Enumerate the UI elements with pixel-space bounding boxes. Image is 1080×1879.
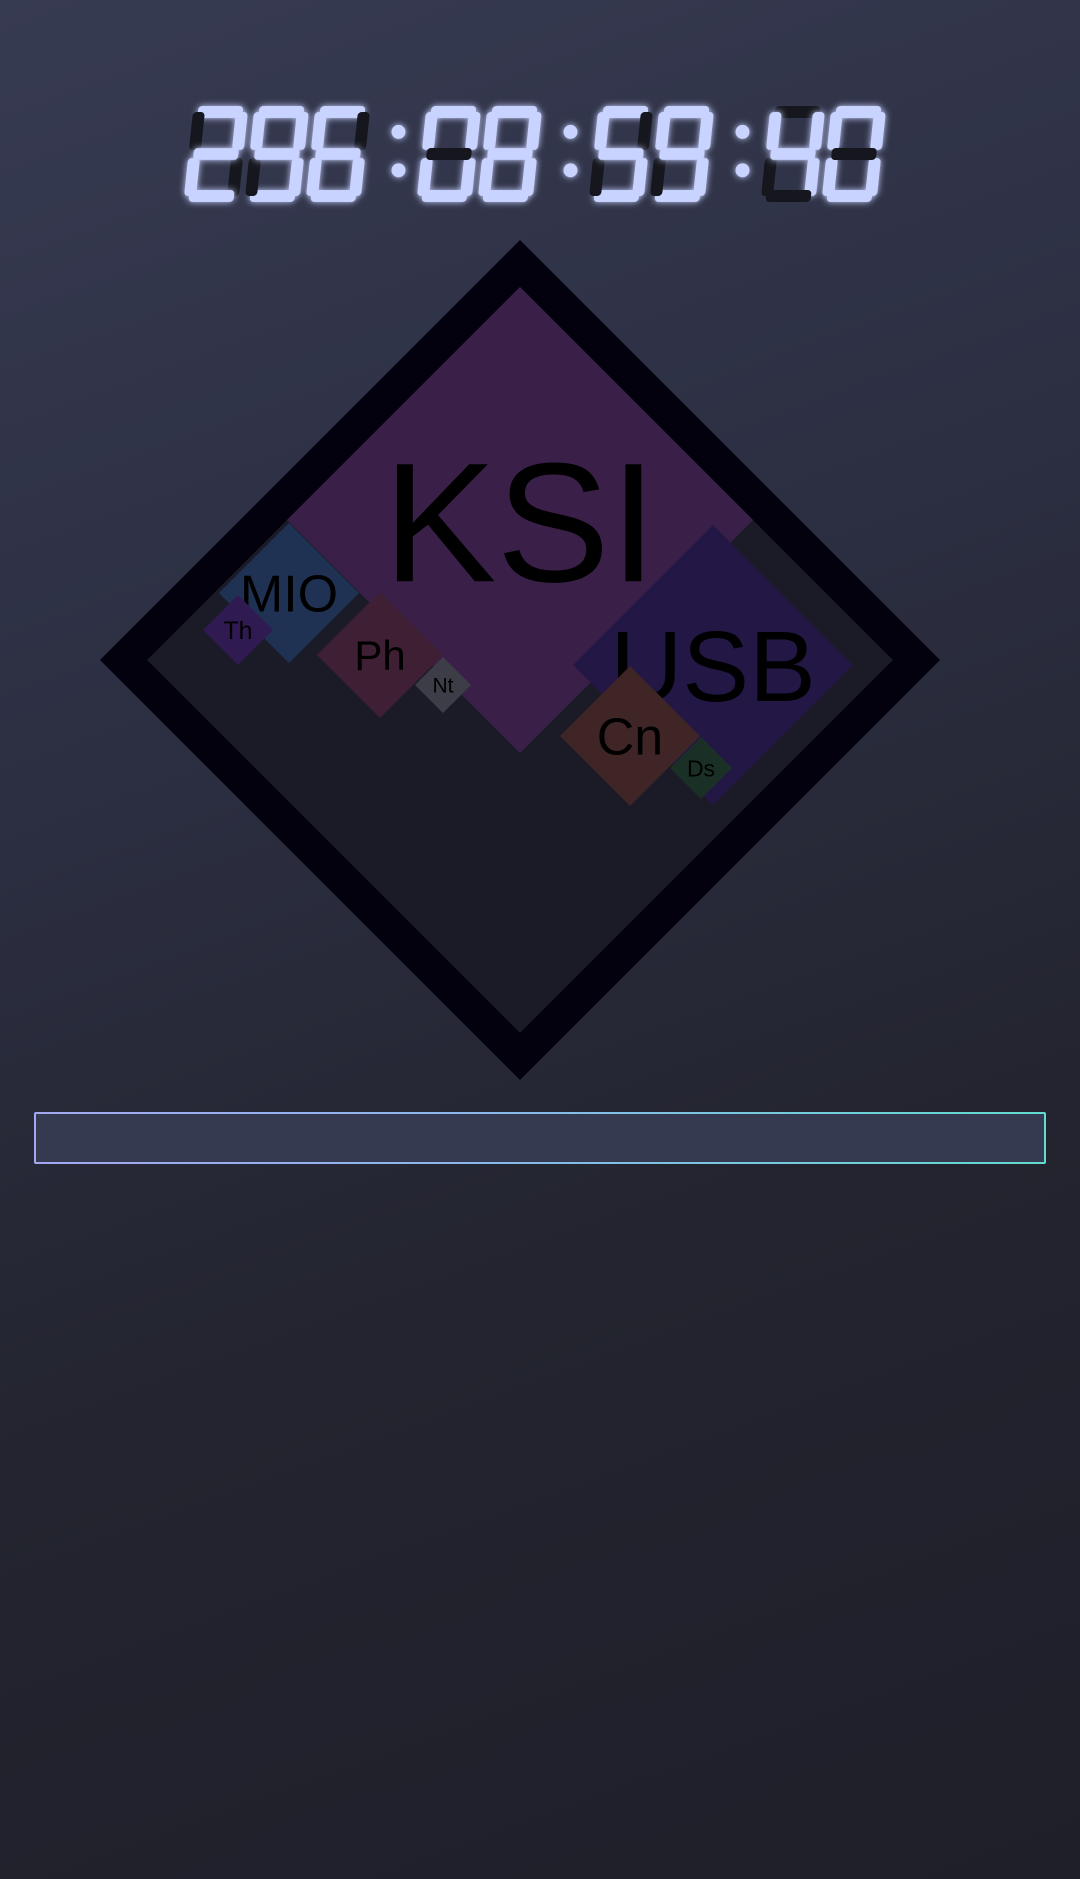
timer-digit xyxy=(306,106,370,202)
timer-separator xyxy=(735,124,750,178)
timer-digit xyxy=(478,106,542,202)
timer-digit xyxy=(245,106,309,202)
timer-digit xyxy=(417,106,481,202)
timer-separator xyxy=(563,124,578,178)
board-piece-label: Cn xyxy=(597,709,663,767)
timer-digit xyxy=(184,106,248,202)
board-piece-label: Nt xyxy=(433,675,454,698)
timer-group xyxy=(184,106,370,202)
timer-group xyxy=(589,106,714,202)
timer-group xyxy=(417,106,542,202)
timer-group xyxy=(761,106,886,202)
timer-digit xyxy=(650,106,714,202)
diamond-board: KSI USB MIO Th Ph Nt Cn Ds xyxy=(100,240,940,1080)
countdown-timer xyxy=(0,88,1080,218)
timer-digit xyxy=(589,106,653,202)
board-piece-label: Ds xyxy=(687,755,715,781)
command-input[interactable] xyxy=(36,1114,1044,1162)
board-piece-label: Th xyxy=(223,617,252,645)
timer-digit xyxy=(822,106,886,202)
board-piece-label: Ph xyxy=(354,632,405,679)
timer-separator xyxy=(391,124,406,178)
command-input-frame xyxy=(34,1112,1046,1164)
board-piece-label: KSI xyxy=(383,428,657,618)
timer-digit xyxy=(761,106,825,202)
